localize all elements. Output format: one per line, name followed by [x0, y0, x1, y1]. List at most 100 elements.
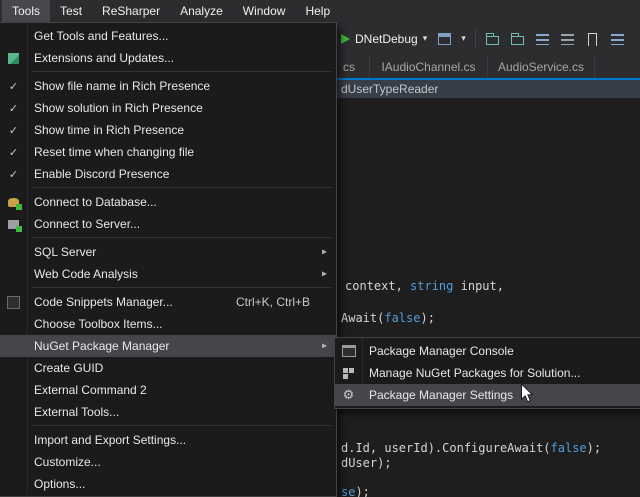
menu-item-sql-server[interactable]: SQL Server▸ [0, 241, 336, 263]
menu-separator [32, 187, 332, 188]
menu-item-customize[interactable]: Customize... [0, 451, 336, 473]
menu-item-label: External Command 2 [34, 383, 147, 397]
menu-item-label: Enable Discord Presence [34, 167, 169, 181]
menu-separator [32, 425, 332, 426]
bookmark-icon[interactable] [585, 31, 601, 47]
menubar-item-resharper[interactable]: ReSharper [92, 0, 170, 22]
lines-glyph [611, 34, 624, 45]
menu-icon-slot [4, 244, 23, 260]
menu-item-choose-toolbox-items[interactable]: Choose Toolbox Items... [0, 313, 336, 335]
menu-separator [32, 71, 332, 72]
nuget-submenu: Package Manager Console Manage NuGet Pack… [334, 337, 640, 409]
toolbar-separator [475, 30, 476, 48]
mouse-cursor [520, 383, 534, 404]
menu-item-package-manager-console[interactable]: Package Manager Console [335, 340, 640, 362]
menu-icon-slot [4, 476, 23, 492]
menu-icon-slot [4, 338, 23, 354]
menu-item-label: Create GUID [34, 361, 103, 375]
menu-item-label: Reset time when changing file [34, 145, 194, 159]
flag-glyph [588, 33, 597, 46]
tools-menu: Get Tools and Features... Extensions and … [0, 22, 337, 497]
menu-icon-slot [4, 382, 23, 398]
menu-item-manage-nuget-packages-for-solution[interactable]: Manage NuGet Packages for Solution... [335, 362, 640, 384]
folder-glyph [486, 36, 499, 45]
menu-item-label: Code Snippets Manager... [34, 295, 173, 309]
menu-icon-slot [4, 454, 23, 470]
menu-item-create-guid[interactable]: Create GUID [0, 357, 336, 379]
check-icon: ✓ [4, 166, 23, 182]
menu-item-connect-to-server[interactable]: Connect to Server... [0, 213, 336, 235]
check-icon: ✓ [4, 122, 23, 138]
tab-audioservice-cs[interactable]: AudioService.cs [487, 56, 595, 78]
menu-item-external-command-2[interactable]: External Command 2 [0, 379, 336, 401]
menu-icon-slot [4, 316, 23, 332]
menu-item-show-solution-in-rich-presence[interactable]: ✓Show solution in Rich Presence [0, 97, 336, 119]
menu-item-code-snippets-manager[interactable]: Code Snippets Manager... Ctrl+K, Ctrl+B [0, 291, 336, 313]
submenu-arrow-icon: ▸ [322, 269, 327, 280]
play-icon [341, 34, 350, 44]
start-debug-button[interactable]: DNetDebug ▾ [341, 32, 427, 46]
menubar-item-tools[interactable]: Tools [2, 0, 50, 22]
menu-icon-slot [4, 404, 23, 420]
uncomment-lines-icon[interactable] [560, 31, 576, 47]
menu-item-import-and-export-settings[interactable]: Import and Export Settings... [0, 429, 336, 451]
menu-item-label: Extensions and Updates... [34, 51, 174, 65]
open-file-icon[interactable] [485, 31, 501, 47]
menu-item-label: Web Code Analysis [34, 267, 138, 281]
menu-item-label: Connect to Database... [34, 195, 157, 209]
menubar-item-help[interactable]: Help [295, 0, 340, 22]
navbar-type-label: dUserTypeReader [341, 82, 438, 96]
menu-bar: ToolsTestReSharperAnalyzeWindowHelp [0, 0, 640, 22]
add-item-icon[interactable] [510, 31, 526, 47]
window-glyph [438, 33, 451, 45]
toolbar-items: DNetDebug ▾ ▾ [341, 30, 626, 48]
comment-lines-icon[interactable] [535, 31, 551, 47]
menu-item-label: Get Tools and Features... [34, 29, 169, 43]
submenu-arrow-icon: ▸ [322, 341, 327, 352]
menu-item-connect-to-database[interactable]: Connect to Database... [0, 191, 336, 213]
menubar-item-window[interactable]: Window [233, 0, 296, 22]
check-icon: ✓ [4, 144, 23, 160]
menu-item-label: Package Manager Console [369, 344, 514, 358]
menu-item-label: Package Manager Settings [369, 388, 513, 402]
menu-item-shortcut: Ctrl+K, Ctrl+B [236, 295, 310, 309]
extensions-icon [4, 50, 23, 66]
manage-packages-icon [339, 365, 358, 381]
menu-item-label: Show time in Rich Presence [34, 123, 184, 137]
menu-item-label: Customize... [34, 455, 101, 469]
menu-item-nuget-package-manager[interactable]: NuGet Package Manager▸ [0, 335, 336, 357]
menu-item-show-file-name-in-rich-presence[interactable]: ✓ Show file name in Rich Presence [0, 75, 336, 97]
menu-item-label: Connect to Server... [34, 217, 140, 231]
menu-icon-slot [4, 432, 23, 448]
settings-gear-icon: ⚙ [339, 387, 358, 403]
menu-item-label: Show file name in Rich Presence [34, 79, 210, 93]
folder-glyph [511, 36, 524, 45]
code-snippets-icon [4, 294, 23, 310]
menu-item-options[interactable]: Options... [0, 473, 336, 495]
submenu-arrow-icon: ▸ [322, 247, 327, 258]
menubar-item-test[interactable]: Test [50, 0, 92, 22]
menubar-item-analyze[interactable]: Analyze [170, 0, 233, 22]
menu-item-external-tools[interactable]: External Tools... [0, 401, 336, 423]
menu-item-package-manager-settings[interactable]: ⚙ Package Manager Settings [335, 384, 640, 406]
check-icon: ✓ [4, 78, 23, 94]
lines-glyph [561, 34, 574, 45]
menu-item-label: Options... [34, 477, 85, 491]
menu-item-extensions-and-updates[interactable]: Extensions and Updates... [0, 47, 336, 69]
chevron-down-icon[interactable]: ▾ [423, 34, 428, 44]
chevron-down-icon[interactable]: ▾ [461, 34, 466, 44]
package-manager-console-icon [339, 343, 358, 359]
lines-glyph [536, 34, 549, 45]
menu-item-show-time-in-rich-presence[interactable]: ✓ Show time in Rich Presence [0, 119, 336, 141]
tab-iaudiochannel-cs[interactable]: IAudioChannel.cs [369, 56, 487, 78]
menu-item-get-tools-and-features[interactable]: Get Tools and Features... [0, 25, 336, 47]
menu-separator [32, 287, 332, 288]
tab-cs[interactable]: cs [337, 56, 369, 78]
list-members-icon[interactable] [610, 31, 626, 47]
debug-windows-icon[interactable] [436, 31, 452, 47]
menu-item-reset-time-when-changing-file[interactable]: ✓ Reset time when changing file [0, 141, 336, 163]
menu-item-enable-discord-presence[interactable]: ✓ Enable Discord Presence [0, 163, 336, 185]
menu-icon-slot [4, 28, 23, 44]
menu-item-web-code-analysis[interactable]: Web Code Analysis ▸ [0, 263, 336, 285]
visual-studio-window: ToolsTestReSharperAnalyzeWindowHelp DNet… [0, 0, 640, 497]
